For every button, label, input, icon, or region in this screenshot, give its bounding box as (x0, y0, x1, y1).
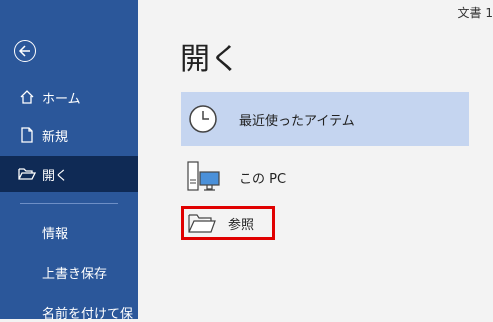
home-icon (18, 88, 36, 106)
nav-save-as[interactable]: 名前を付けて保 (42, 303, 133, 322)
option-this-pc-label: この PC (239, 171, 287, 187)
page-title: 開く (180, 42, 240, 77)
open-folder-icon (18, 165, 36, 183)
option-browse[interactable]: 参照 (181, 206, 275, 240)
nav-info[interactable]: 情報 (42, 223, 68, 242)
computer-icon (185, 159, 221, 195)
nav-home-label: ホーム (42, 91, 81, 107)
sidebar-divider (20, 203, 118, 204)
nav-home[interactable]: ホーム (0, 79, 138, 115)
option-browse-label: 参照 (228, 217, 255, 233)
nav-new[interactable]: 新規 (0, 117, 138, 153)
option-this-pc[interactable]: この PC (181, 150, 469, 204)
backstage-sidebar: ホーム 新規 開く 情報 上書き保存 名前を付けて保 (0, 0, 138, 322)
document-title: 文書 1 (457, 6, 493, 20)
back-button[interactable] (14, 40, 36, 62)
nav-new-label: 新規 (42, 129, 69, 145)
new-document-icon (18, 126, 36, 144)
option-recent-label: 最近使ったアイテム (239, 113, 355, 129)
open-options: 最近使ったアイテム この PC 参照 (181, 92, 469, 240)
folder-icon (186, 209, 218, 237)
nav-save[interactable]: 上書き保存 (42, 263, 107, 282)
back-arrow-icon (18, 45, 30, 57)
nav-open[interactable]: 開く (0, 156, 138, 192)
nav-open-label: 開く (42, 168, 69, 184)
clock-icon (185, 101, 221, 137)
option-recent[interactable]: 最近使ったアイテム (181, 92, 469, 146)
